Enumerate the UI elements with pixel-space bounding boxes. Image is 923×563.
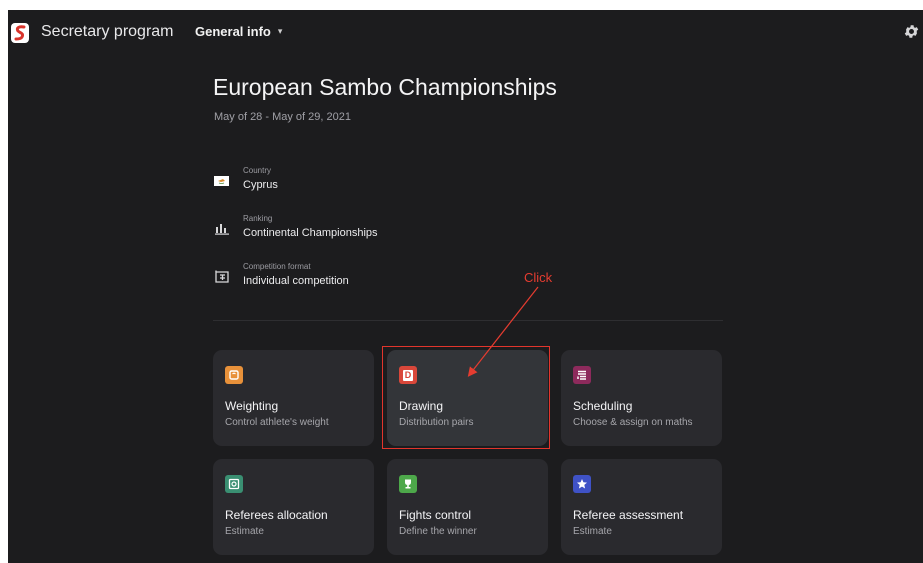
click-annotation-label: Click bbox=[524, 270, 553, 285]
top-bar: Secretary program General info ▾ bbox=[8, 10, 923, 54]
info-ranking: Ranking Continental Championships bbox=[213, 214, 513, 246]
card-title: Scheduling bbox=[573, 399, 633, 413]
ranking-value: Continental Championships bbox=[243, 227, 378, 239]
flag-icon bbox=[213, 172, 230, 189]
drawing-glyph: D bbox=[402, 369, 414, 381]
divider bbox=[213, 320, 723, 321]
drawing-icon: D bbox=[399, 366, 417, 384]
referees-allocation-icon bbox=[225, 475, 243, 493]
card-title: Weighting bbox=[225, 399, 279, 413]
card-subtitle: Estimate bbox=[573, 526, 612, 537]
competition-format-icon bbox=[213, 268, 230, 285]
card-title: Drawing bbox=[399, 399, 444, 413]
card-subtitle: Distribution pairs bbox=[399, 417, 474, 428]
card-fights-control[interactable]: Fights control Define the winner bbox=[387, 459, 548, 555]
card-subtitle: Control athlete's weight bbox=[225, 417, 329, 428]
card-title: Fights control bbox=[399, 508, 472, 522]
card-referee-assessment[interactable]: Referee assessment Estimate bbox=[561, 459, 722, 555]
app-logo-icon bbox=[11, 23, 29, 43]
card-referees-allocation[interactable]: Referees allocation Estimate bbox=[213, 459, 374, 555]
country-label: Country bbox=[243, 166, 272, 175]
scheduling-icon bbox=[573, 366, 591, 384]
card-drawing[interactable]: D Drawing Distribution pairs bbox=[387, 350, 548, 446]
info-competition-format: Competition format Individual competitio… bbox=[213, 262, 513, 294]
general-info-dropdown[interactable]: General info ▾ bbox=[195, 24, 282, 39]
card-subtitle: Define the winner bbox=[399, 526, 477, 537]
competition-format-label: Competition format bbox=[243, 262, 311, 271]
info-country: Country Cyprus bbox=[213, 166, 513, 198]
country-value: Cyprus bbox=[243, 179, 278, 191]
general-info-label: General info bbox=[195, 24, 271, 39]
gear-icon[interactable] bbox=[903, 23, 920, 40]
app-title: Secretary program bbox=[41, 23, 174, 40]
card-title: Referee assessment bbox=[573, 508, 684, 522]
card-subtitle: Estimate bbox=[225, 526, 264, 537]
weighting-icon bbox=[225, 366, 243, 384]
ranking-label: Ranking bbox=[243, 214, 273, 223]
app-window: Secretary program General info ▾ Europea… bbox=[8, 10, 923, 563]
card-subtitle: Choose & assign on maths bbox=[573, 417, 693, 428]
chevron-down-icon: ▾ bbox=[277, 26, 283, 36]
card-scheduling[interactable]: Scheduling Choose & assign on maths bbox=[561, 350, 722, 446]
event-title: European Sambo Championships bbox=[213, 74, 557, 100]
star-icon bbox=[573, 475, 591, 493]
event-dates: May of 28 - May of 29, 2021 bbox=[214, 111, 351, 123]
trophy-icon bbox=[399, 475, 417, 493]
card-weighting[interactable]: Weighting Control athlete's weight bbox=[213, 350, 374, 446]
competition-format-value: Individual competition bbox=[243, 275, 349, 287]
card-title: Referees allocation bbox=[225, 508, 328, 522]
bar-chart-icon bbox=[213, 220, 230, 237]
